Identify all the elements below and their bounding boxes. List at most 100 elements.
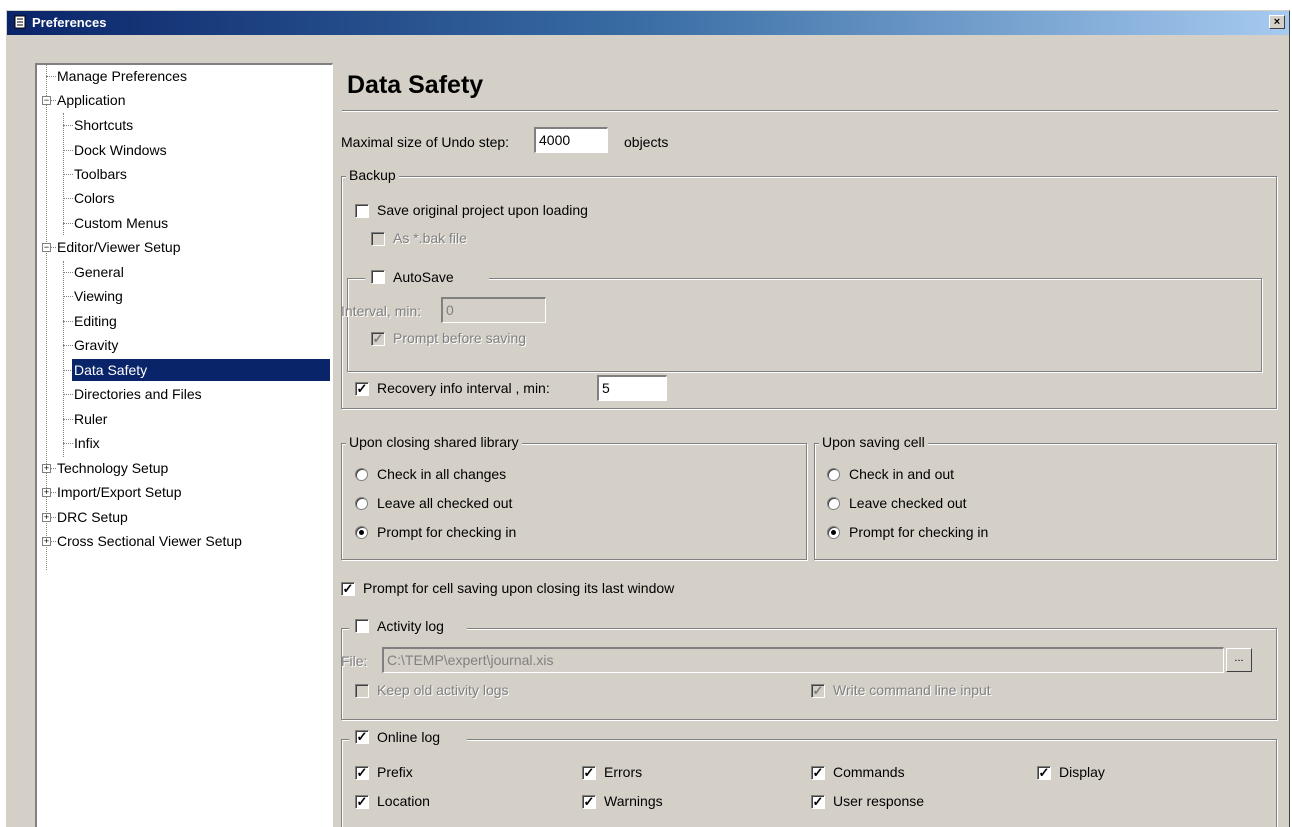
- saving-cell-caption: Upon saving cell: [819, 434, 928, 450]
- close-icon: ×: [1273, 16, 1281, 28]
- leave-checked-out-radio[interactable]: [827, 497, 840, 510]
- errors-label: Errors: [604, 764, 643, 780]
- activity-file-label: File:: [341, 653, 368, 669]
- check-icon: ✓: [812, 794, 824, 809]
- collapse-icon[interactable]: −: [42, 96, 51, 105]
- title-divider: [342, 110, 1278, 112]
- preferences-tree[interactable]: Manage Preferences − Application Shortcu…: [35, 63, 333, 827]
- activity-file-input[interactable]: C:\TEMP\expert\journal.xis: [382, 647, 1224, 673]
- save-original-checkbox[interactable]: [355, 204, 369, 218]
- prompt-checking-in-cell-radio[interactable]: [827, 526, 840, 539]
- prompt-before-saving-label: Prompt before saving: [393, 330, 527, 346]
- tree-item-label: Editing: [74, 313, 117, 329]
- page-title: Data Safety: [347, 71, 484, 99]
- activity-log-group: [341, 628, 1277, 720]
- tree-item-label: Cross Sectional Viewer Setup: [57, 533, 242, 549]
- window-title: Preferences: [32, 15, 107, 30]
- keep-old-logs-checkbox[interactable]: [355, 684, 369, 698]
- warnings-checkbox[interactable]: ✓: [582, 795, 596, 809]
- location-checkbox[interactable]: ✓: [355, 795, 369, 809]
- autosave-interval-input[interactable]: 0: [441, 297, 546, 323]
- prompt-checking-in-library-radio[interactable]: [355, 526, 368, 539]
- tree-item-label: Application: [57, 92, 126, 108]
- prefix-checkbox[interactable]: ✓: [355, 766, 369, 780]
- bak-file-label: As *.bak file: [393, 230, 467, 246]
- undo-size-input[interactable]: 4000: [534, 127, 608, 153]
- save-original-label: Save original project upon loading: [377, 202, 588, 218]
- online-log-group: [341, 739, 1277, 827]
- autosave-checkbox[interactable]: [371, 270, 385, 284]
- browse-button[interactable]: ...: [1226, 648, 1252, 672]
- title-bar: Preferences ×: [7, 11, 1289, 35]
- expand-icon[interactable]: +: [42, 488, 51, 497]
- tree-item-label: Manage Preferences: [57, 68, 187, 84]
- check-in-all-changes-label: Check in all changes: [377, 466, 507, 482]
- errors-checkbox[interactable]: ✓: [582, 766, 596, 780]
- check-icon: ✓: [812, 765, 824, 780]
- expand-icon[interactable]: +: [42, 513, 51, 522]
- tree-item-label: Technology Setup: [57, 460, 169, 476]
- check-in-and-out-label: Check in and out: [849, 466, 955, 482]
- recovery-info-checkbox[interactable]: ✓: [355, 382, 369, 396]
- check-icon: ✓: [356, 794, 368, 809]
- check-in-and-out-radio[interactable]: [827, 468, 840, 481]
- check-in-all-changes-radio[interactable]: [355, 468, 368, 481]
- check-icon: ✓: [342, 581, 354, 596]
- preferences-icon: [14, 15, 26, 29]
- tree-item-label: Ruler: [74, 411, 108, 427]
- prefix-label: Prefix: [377, 764, 413, 780]
- prompt-cell-saving-checkbox[interactable]: ✓: [341, 582, 355, 596]
- prompt-before-saving-checkbox[interactable]: ✓: [371, 332, 385, 346]
- tree-item-label: Directories and Files: [74, 386, 202, 402]
- undo-size-unit: objects: [624, 134, 669, 150]
- leave-checked-out-label: Leave checked out: [849, 495, 967, 511]
- write-command-line-checkbox[interactable]: ✓: [811, 684, 825, 698]
- tree-item-label: General: [74, 264, 124, 280]
- expand-icon[interactable]: +: [42, 537, 51, 546]
- expand-icon[interactable]: +: [42, 464, 51, 473]
- tree-item-label: Viewing: [74, 288, 123, 304]
- tree-item-label: DRC Setup: [57, 509, 128, 525]
- autosave-label: AutoSave: [393, 269, 454, 285]
- leave-all-checked-out-radio[interactable]: [355, 497, 368, 510]
- activity-log-label: Activity log: [377, 618, 444, 634]
- check-icon: ✓: [372, 331, 384, 346]
- tree-item-label: Dock Windows: [74, 142, 167, 158]
- commands-checkbox[interactable]: ✓: [811, 766, 825, 780]
- keep-old-logs-label: Keep old activity logs: [377, 682, 509, 698]
- write-command-line-label: Write command line input: [833, 682, 991, 698]
- tree-item-label: Data Safety: [72, 359, 330, 381]
- location-label: Location: [377, 793, 430, 809]
- backup-caption: Backup: [346, 167, 399, 183]
- recovery-info-label: Recovery info interval , min:: [377, 380, 550, 396]
- close-button[interactable]: ×: [1269, 15, 1285, 29]
- preferences-window: Preferences × Manage Preferences − Appli…: [6, 10, 1290, 827]
- recovery-interval-input[interactable]: 5: [597, 375, 667, 401]
- tree-item-label: Colors: [74, 190, 115, 206]
- check-icon: ✓: [356, 381, 368, 396]
- online-log-checkbox[interactable]: ✓: [355, 730, 369, 744]
- tree-item-label: Import/Export Setup: [57, 484, 182, 500]
- check-icon: ✓: [1038, 765, 1050, 780]
- leave-all-checked-out-label: Leave all checked out: [377, 495, 513, 511]
- prompt-cell-saving-label: Prompt for cell saving upon closing its …: [363, 580, 675, 596]
- user-response-checkbox[interactable]: ✓: [811, 795, 825, 809]
- collapse-icon[interactable]: −: [42, 243, 51, 252]
- check-icon: ✓: [583, 794, 595, 809]
- autosave-group: [347, 278, 1262, 372]
- display-label: Display: [1059, 764, 1105, 780]
- closing-library-caption: Upon closing shared library: [346, 434, 522, 450]
- tree-item-label: Custom Menus: [74, 215, 169, 231]
- warnings-label: Warnings: [604, 793, 663, 809]
- online-log-label: Online log: [377, 729, 441, 745]
- prompt-checking-in-library-label: Prompt for checking in: [377, 524, 517, 540]
- undo-size-label: Maximal size of Undo step:: [341, 134, 510, 150]
- bak-file-checkbox[interactable]: [371, 232, 385, 246]
- activity-log-checkbox[interactable]: [355, 619, 369, 633]
- autosave-interval-label: Interval, min:: [341, 303, 422, 319]
- tree-item-label: Gravity: [74, 337, 119, 353]
- tree-item-label: Toolbars: [74, 166, 127, 182]
- prompt-checking-in-cell-label: Prompt for checking in: [849, 524, 989, 540]
- display-checkbox[interactable]: ✓: [1037, 766, 1051, 780]
- check-icon: ✓: [356, 765, 368, 780]
